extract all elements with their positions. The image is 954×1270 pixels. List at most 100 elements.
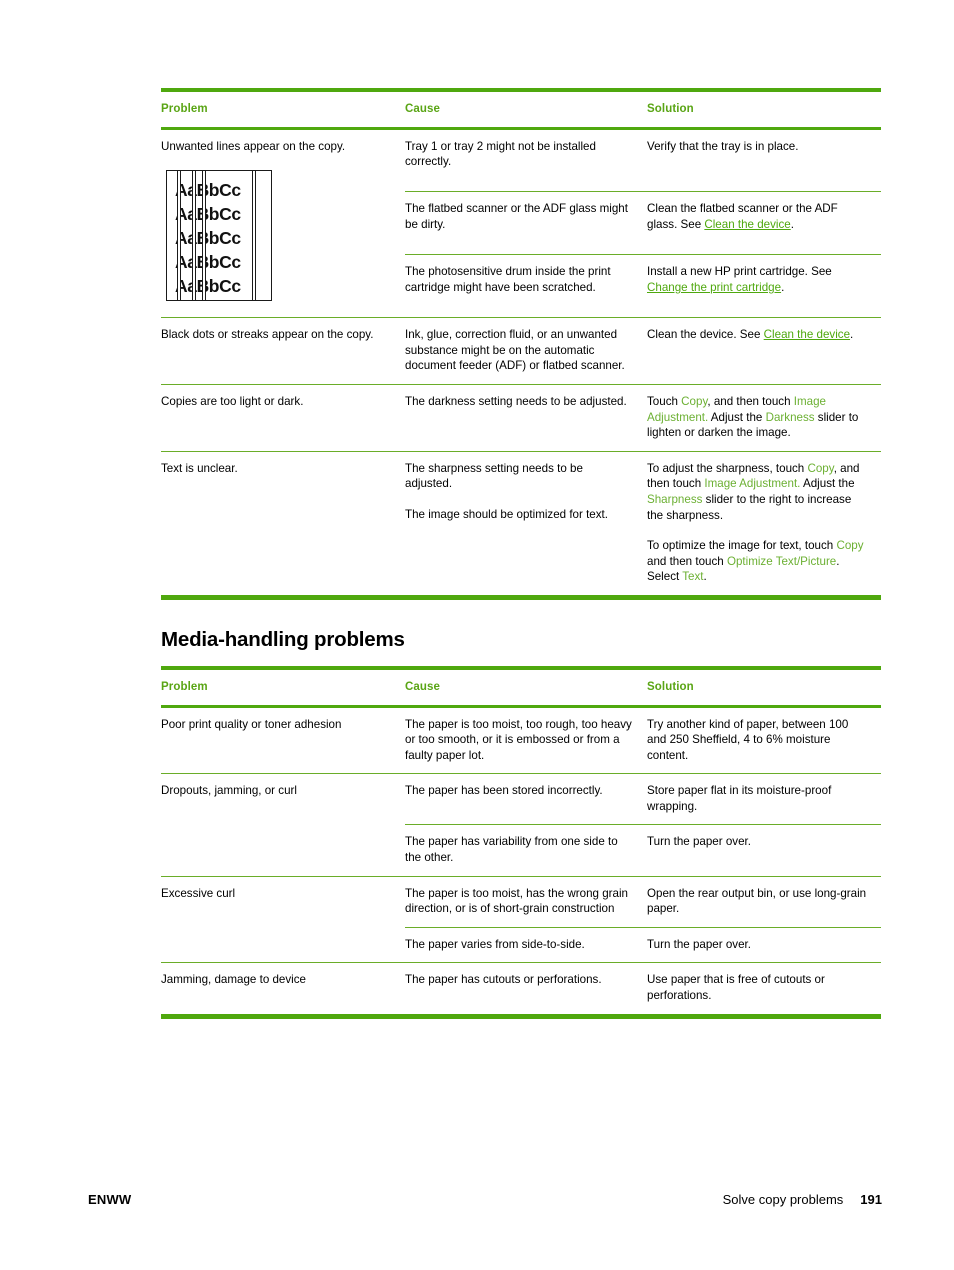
ui-term-copy: Copy	[807, 461, 834, 475]
ui-term-sharpness: Sharpness	[647, 492, 703, 506]
problem-text: Black dots or streaks appear on the copy…	[161, 328, 374, 342]
document-page: Problem Cause Solution Unwanted lines ap…	[0, 0, 954, 1270]
media-row1-solution: Try another kind of paper, between 100 a…	[647, 708, 881, 774]
column-header-problem: Problem	[161, 680, 208, 693]
cause-text: The sharpness setting needs to be adjust…	[405, 461, 583, 491]
media-row3-sub2-cause: The paper varies from side-to-side.	[405, 928, 647, 963]
media-row4-problem-cell: Jamming, damage to device	[161, 963, 405, 1013]
solution-segment: Adjust the	[800, 477, 855, 491]
solution-segment: Touch	[647, 394, 682, 408]
media-row1-cause: The paper is too moist, too rough, too h…	[405, 708, 647, 774]
copy-table-header-row: Problem Cause Solution	[161, 92, 881, 127]
copy-row2-solution: Clean the device. See Clean the device.	[647, 318, 881, 384]
solution-segment: Install a new HP print cartridge. See	[647, 265, 832, 279]
footer-right-group: Solve copy problems 191	[723, 1192, 882, 1207]
table-row: Unwanted lines appear on the copy. AaBbC…	[161, 130, 881, 302]
solution-segment: To optimize the image for text, touch	[647, 539, 837, 553]
copy-row3-problem-cell: Copies are too light or dark.	[161, 385, 405, 451]
media-header-solution-cell: Solution	[647, 670, 881, 705]
solution-text: Turn the paper over.	[647, 937, 751, 951]
solution-text: Turn the paper over.	[647, 835, 751, 849]
solution-segment: To adjust the sharpness, touch	[647, 461, 808, 475]
problem-text: Excessive curl	[161, 886, 236, 900]
cause-text: The paper has cutouts or perforations.	[405, 973, 602, 987]
page-footer: ENWW Solve copy problems 191	[0, 1192, 954, 1212]
media-row3-problem-cell: Excessive curl	[161, 877, 405, 963]
media-row2-sub2-cause: The paper has variability from one side …	[405, 825, 647, 875]
footer-language-code: ENWW	[88, 1192, 132, 1207]
vertical-streak-line	[253, 171, 255, 301]
media-table-header-row: Problem Cause Solution	[161, 670, 881, 705]
cause-text: The paper is too moist, too rough, too h…	[405, 717, 632, 762]
solution-text: Use paper that is free of cutouts or per…	[647, 973, 825, 1003]
solution-text: Open the rear output bin, or use long-gr…	[647, 886, 867, 916]
problem-text: Unwanted lines appear on the copy.	[161, 139, 346, 153]
sample-line: AaBbCc	[175, 228, 241, 249]
problem-text: Jamming, damage to device	[161, 973, 306, 987]
table-row: Jamming, damage to device The paper has …	[161, 963, 881, 1013]
media-row2-problem-cell: Dropouts, jamming, or curl	[161, 774, 405, 875]
media-row4-cause: The paper has cutouts or perforations.	[405, 963, 647, 1013]
cause-text: The paper is too moist, has the wrong gr…	[405, 886, 628, 916]
copy-row2-cause: Ink, glue, correction fluid, or an unwan…	[405, 318, 647, 384]
cause-text: The paper has variability from one side …	[405, 835, 618, 865]
table-row: Poor print quality or toner adhesion The…	[161, 708, 881, 774]
solution-segment: Verify that the tray is in place.	[647, 139, 799, 153]
footer-section-title: Solve copy problems	[722, 1192, 844, 1207]
media-header-cause-cell: Cause	[405, 670, 647, 705]
copy-header-problem-cell: Problem	[161, 92, 405, 127]
media-table-bottom-bar	[161, 1013, 881, 1019]
problem-text: Poor print quality or toner adhesion	[161, 717, 342, 731]
copy-row4-problem-cell: Text is unclear.	[161, 452, 405, 595]
copy-row1-sub1-cause: Tray 1 or tray 2 might not be installed …	[405, 130, 647, 192]
media-row3-sub1-solution: Open the rear output bin, or use long-gr…	[647, 877, 881, 927]
solution-text: Clean the flatbed scanner or the ADF gla…	[647, 201, 867, 232]
ui-term-optimize-text-picture: Optimize Text/Picture	[726, 554, 837, 568]
solution-text: Try another kind of paper, between 100 a…	[647, 717, 849, 762]
link-clean-the-device[interactable]: Clean the device	[704, 218, 790, 231]
table-row: Excessive curl The paper is too moist, h…	[161, 877, 881, 927]
link-change-the-print-cartridge[interactable]: Change the print cartridge	[647, 281, 781, 294]
media-row4-solution: Use paper that is free of cutouts or per…	[647, 963, 881, 1013]
copy-row1-sub1-solution: Verify that the tray is in place.	[647, 130, 881, 192]
vertical-streak-line	[203, 171, 205, 301]
copy-row1-sub3-solution: Install a new HP print cartridge. See Ch…	[647, 255, 881, 317]
copy-row3-solution: Touch Copy, and then touch Image Adjustm…	[647, 385, 881, 451]
solution-segment: Clean the device. See	[647, 328, 764, 342]
solution-text: Install a new HP print cartridge. See Ch…	[647, 264, 867, 295]
sample-line: AaBbCc	[175, 252, 241, 273]
solution-text: To optimize the image for text, touch Co…	[647, 538, 867, 585]
column-header-cause: Cause	[405, 680, 441, 693]
solution-segment: Adjust the	[708, 410, 766, 424]
solution-segment: , and then touch	[707, 394, 794, 408]
solution-segment: .	[790, 218, 794, 232]
copy-row1-problem-cell: Unwanted lines appear on the copy. AaBbC…	[161, 130, 405, 318]
copy-row4-cause: The sharpness setting needs to be adjust…	[405, 452, 647, 595]
solution-text: Store paper flat in its moisture-proof w…	[647, 784, 832, 813]
column-header-solution: Solution	[647, 680, 694, 693]
media-header-problem-cell: Problem	[161, 670, 405, 705]
copy-defect-figure-wrap: AaBbCc AaBbCc AaBbCc AaBbCc AaBbCc	[166, 170, 387, 302]
page-title: Media-handling problems	[161, 627, 405, 651]
media-row2-sub2-solution: Turn the paper over.	[647, 825, 881, 875]
copy-problems-table: Problem Cause Solution Unwanted lines ap…	[161, 92, 881, 595]
sample-line: AaBbCc	[175, 276, 241, 297]
column-header-cause: Cause	[405, 103, 441, 115]
copy-row3-cause: The darkness setting needs to be adjuste…	[405, 385, 647, 451]
solution-text: Touch Copy, and then touch Image Adjustm…	[647, 394, 867, 441]
problem-text: Dropouts, jamming, or curl	[161, 784, 297, 798]
link-clean-the-device[interactable]: Clean the device	[764, 328, 850, 341]
problem-text: Text is unclear.	[161, 461, 238, 475]
media-row3-sub2-solution: Turn the paper over.	[647, 928, 881, 963]
table-row: Black dots or streaks appear on the copy…	[161, 318, 881, 384]
media-row2-sub1-solution: Store paper flat in its moisture-proof w…	[647, 774, 881, 824]
copy-row1-sub2-solution: Clean the flatbed scanner or the ADF gla…	[647, 192, 881, 254]
cause-text: Tray 1 or tray 2 might not be installed …	[405, 139, 596, 169]
solution-segment: .	[703, 570, 707, 584]
solution-text: Clean the device. See Clean the device.	[647, 327, 867, 343]
table-row: Dropouts, jamming, or curl The paper has…	[161, 774, 881, 824]
problem-text: Copies are too light or dark.	[161, 394, 304, 408]
ui-term-copy: Copy	[681, 394, 708, 408]
table-row: Copies are too light or dark. The darkne…	[161, 385, 881, 451]
